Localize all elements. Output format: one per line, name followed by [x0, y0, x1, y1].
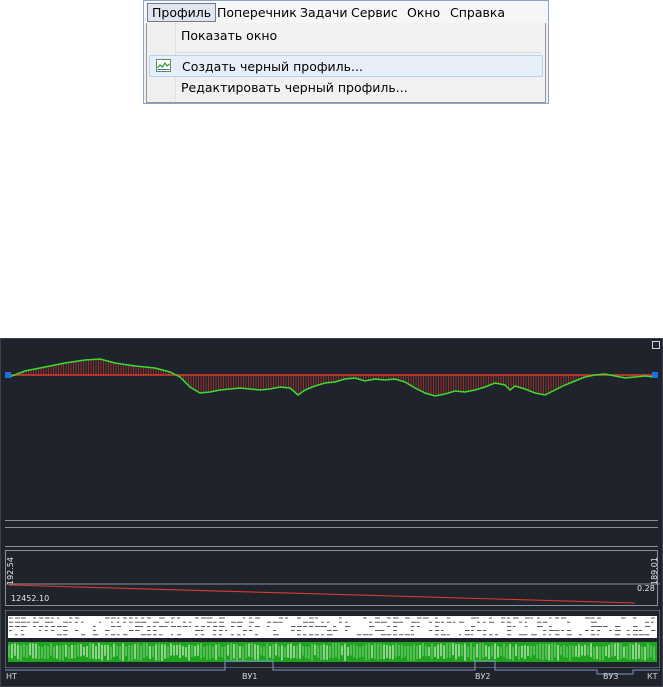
mark-vu1: ВУ1: [242, 672, 258, 681]
slope-chart: [5, 583, 660, 604]
marks-track: [5, 660, 660, 675]
menu-item-edit-black-profile[interactable]: Редактировать черный профиль...: [149, 77, 543, 99]
start-marker: [5, 372, 11, 378]
divider-line: [5, 520, 658, 521]
divider-line: [5, 546, 658, 547]
menu-cross-section[interactable]: Поперечник: [213, 4, 301, 21]
menu-item-create-black-profile-label: Создать черный профиль...: [182, 59, 363, 74]
slope-line: [8, 584, 636, 604]
menu-window[interactable]: Окно: [403, 4, 444, 21]
mark-vu2: ВУ2: [475, 672, 491, 681]
profile-plot: [5, 358, 658, 397]
menu-tasks[interactable]: Задачи: [296, 4, 352, 21]
menu-separator: [177, 52, 541, 53]
mark-kt: КТ: [647, 672, 658, 681]
mark-nt: НТ: [6, 672, 17, 681]
end-marker: [652, 372, 658, 378]
divider-line: [5, 527, 658, 528]
menu-screenshot: Профиль Поперечник Задачи Сервис Окно Сп…: [143, 0, 549, 104]
slope-value: 0.28: [637, 584, 655, 593]
menu-item-create-black-profile[interactable]: Создать черный профиль...: [149, 55, 543, 77]
profile-chart-icon: [156, 59, 171, 72]
mark-vu3: ВУ3: [603, 672, 619, 681]
profile-view: 192.54 189.01 12452.10 0.28 НТ ВУ1 ВУ2 В…: [0, 338, 663, 687]
length-value: 12452.10: [11, 594, 50, 603]
menu-help[interactable]: Справка: [446, 4, 509, 21]
menu-profile[interactable]: Профиль: [147, 3, 217, 22]
menu-item-show-window[interactable]: Показать окно: [149, 25, 543, 47]
menu-service[interactable]: Сервис: [347, 4, 402, 21]
profile-dropdown-menu: Показать окно Создать черный профиль... …: [146, 23, 546, 103]
